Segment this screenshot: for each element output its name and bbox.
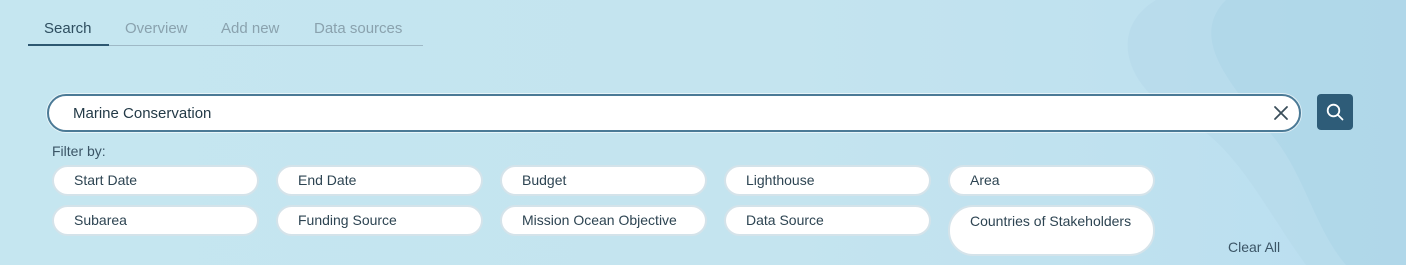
tab-add-new[interactable]: Add new xyxy=(205,14,298,44)
filter-chip-funding-source[interactable]: Funding Source xyxy=(276,205,483,236)
tab-overview[interactable]: Overview xyxy=(109,14,205,44)
search-button[interactable] xyxy=(1317,94,1353,130)
search-icon xyxy=(1326,103,1344,121)
filter-chip-countries-of-stakeholders[interactable]: Countries of Stakeholders xyxy=(948,205,1155,256)
tab-search[interactable]: Search xyxy=(28,14,109,46)
clear-all-link[interactable]: Clear All xyxy=(1228,239,1280,255)
close-icon[interactable] xyxy=(1272,104,1290,122)
filter-chip-lighthouse[interactable]: Lighthouse xyxy=(724,165,931,196)
filter-chip-start-date[interactable]: Start Date xyxy=(52,165,259,196)
tab-bar: Search Overview Add new Data sources xyxy=(28,14,423,46)
filter-chip-subarea[interactable]: Subarea xyxy=(52,205,259,236)
tab-data-sources[interactable]: Data sources xyxy=(298,14,418,44)
search-input[interactable] xyxy=(73,96,1253,130)
filter-chip-end-date[interactable]: End Date xyxy=(276,165,483,196)
filter-label: Filter by: xyxy=(52,143,106,159)
filter-chip-budget[interactable]: Budget xyxy=(500,165,707,196)
filter-chip-data-source[interactable]: Data Source xyxy=(724,205,931,236)
search-box xyxy=(47,94,1301,132)
filter-chip-area[interactable]: Area xyxy=(948,165,1155,196)
filter-chip-mission-ocean-objective[interactable]: Mission Ocean Objective xyxy=(500,205,707,236)
